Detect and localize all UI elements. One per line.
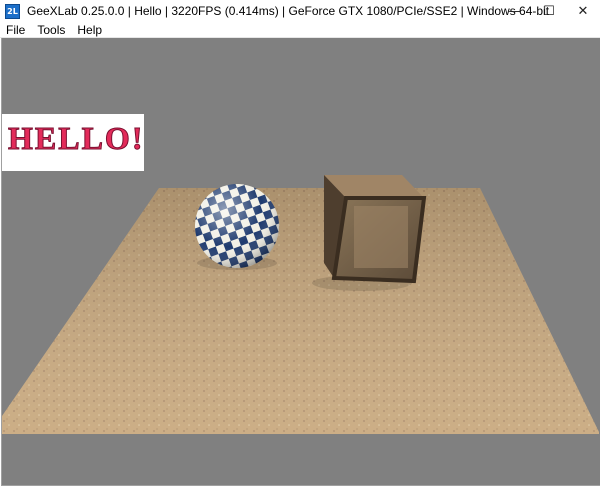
minimize-button[interactable]: — <box>498 0 532 22</box>
window-title: GeeXLab 0.25.0.0 | Hello | 3220FPS (0.41… <box>27 4 550 18</box>
menu-file[interactable]: File <box>6 23 25 37</box>
menu-bar: File Tools Help <box>0 22 600 38</box>
maximize-button[interactable]: ☐ <box>532 0 566 22</box>
render-viewport[interactable]: HELLO! <box>1 38 600 486</box>
menu-tools[interactable]: Tools <box>37 23 65 37</box>
hello-text: HELLO! <box>7 120 145 157</box>
title-bar: 2L GeeXLab 0.25.0.0 | Hello | 3220FPS (0… <box>0 0 600 22</box>
menu-help[interactable]: Help <box>77 23 102 37</box>
window-controls: — ☐ ✕ <box>498 0 600 22</box>
wooden-crate <box>324 175 427 284</box>
hello-texture-panel: HELLO! <box>2 114 144 171</box>
scene-canvas <box>2 175 599 434</box>
app-logo-icon: 2L <box>5 3 20 19</box>
close-button[interactable]: ✕ <box>566 0 600 22</box>
